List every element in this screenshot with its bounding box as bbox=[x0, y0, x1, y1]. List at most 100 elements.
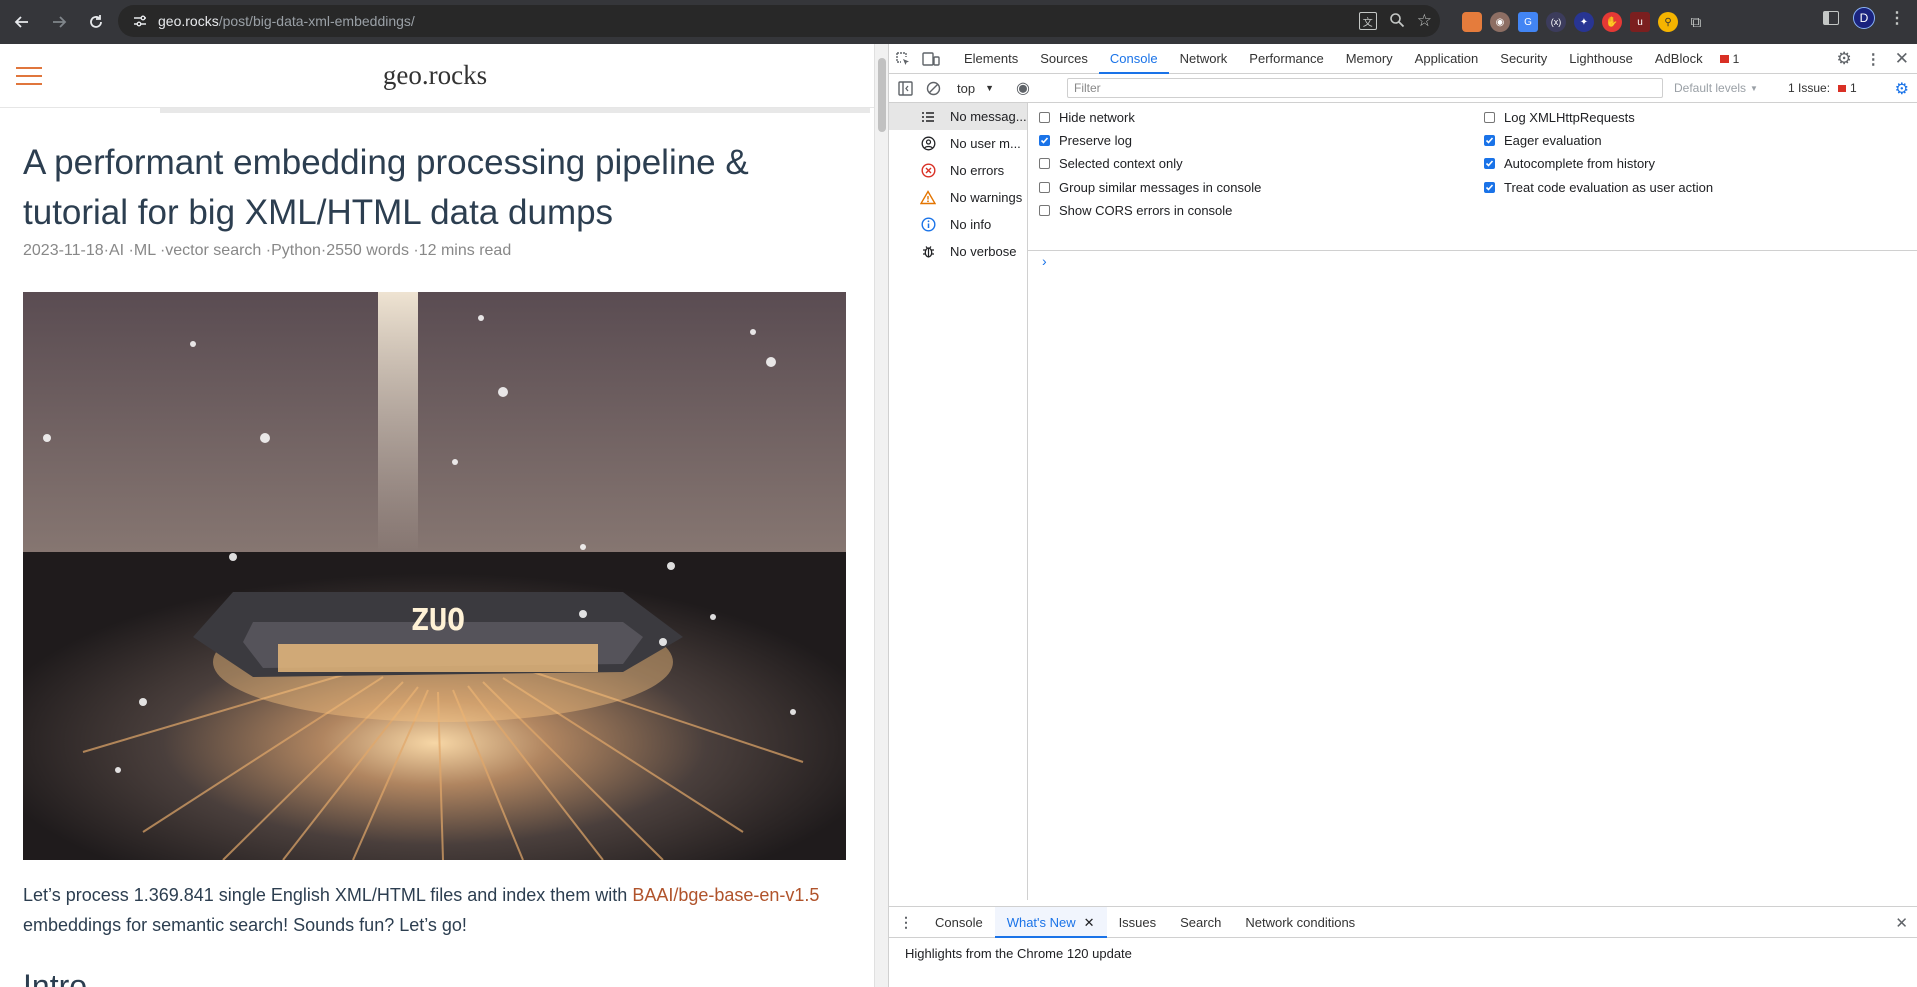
extension-adblock-icon[interactable]: ✋ bbox=[1602, 12, 1622, 32]
profile-avatar[interactable]: D bbox=[1853, 7, 1875, 29]
checkbox[interactable] bbox=[1484, 182, 1495, 193]
issues-counter[interactable]: 1 Issue: 1 bbox=[1788, 81, 1857, 95]
live-expression-eye-icon[interactable]: ◉ bbox=[1016, 78, 1030, 98]
setting-preserve-log[interactable]: Preserve log bbox=[1039, 133, 1132, 148]
tab-memory[interactable]: Memory bbox=[1335, 44, 1404, 74]
drawer-tab-label: Console bbox=[935, 914, 983, 930]
drawer-tab-label: What's New bbox=[1006, 914, 1076, 930]
extension-translate-icon[interactable]: G bbox=[1518, 12, 1538, 32]
error-badge-icon bbox=[1719, 54, 1729, 63]
setting-autocomplete-from-history[interactable]: Autocomplete from history bbox=[1484, 156, 1655, 171]
sidebar-item-error[interactable]: No errors bbox=[889, 157, 1027, 184]
drawer-tab-label: Search bbox=[1180, 914, 1222, 930]
tab-sources[interactable]: Sources bbox=[1029, 44, 1099, 74]
drawer-tab-label: Issues bbox=[1118, 914, 1157, 930]
side-panel-icon[interactable] bbox=[1823, 11, 1839, 25]
tab-console[interactable]: Console bbox=[1098, 44, 1169, 74]
setting-group-similar-messages-in-console[interactable]: Group similar messages in console bbox=[1039, 180, 1261, 195]
tab-lighthouse[interactable]: Lighthouse bbox=[1558, 44, 1644, 74]
drawer-tab-search[interactable]: Search bbox=[1168, 907, 1233, 938]
page-scrollbar[interactable] bbox=[874, 44, 888, 987]
web-page: geo.rocks A performant embedding process… bbox=[0, 44, 874, 987]
setting-eager-evaluation[interactable]: Eager evaluation bbox=[1484, 133, 1602, 148]
tab-performance[interactable]: Performance bbox=[1238, 44, 1334, 74]
reload-icon[interactable] bbox=[81, 7, 111, 37]
site-header: geo.rocks bbox=[0, 44, 874, 108]
devtools-settings-icon[interactable]: ⚙ bbox=[1837, 49, 1852, 69]
devtools-tab-bar: Elements Sources Console Network Performance… bbox=[889, 44, 1917, 74]
extension-code-icon[interactable]: (x) bbox=[1546, 12, 1566, 32]
site-title[interactable]: geo.rocks bbox=[0, 60, 870, 91]
bookmark-star-icon[interactable]: ☆ bbox=[1417, 11, 1432, 31]
checkbox[interactable] bbox=[1039, 182, 1050, 193]
forward-icon[interactable] bbox=[44, 7, 74, 37]
hero-image: ZUO bbox=[23, 292, 846, 860]
site-settings-icon[interactable] bbox=[132, 13, 148, 29]
checkbox[interactable] bbox=[1039, 158, 1050, 169]
tab-elements[interactable]: Elements bbox=[953, 44, 1029, 74]
sidebar-item-list[interactable]: No messag... bbox=[889, 103, 1027, 130]
log-levels-value: Default levels bbox=[1674, 81, 1747, 95]
sidebar-item-bug[interactable]: No verbose bbox=[889, 238, 1027, 265]
checkbox[interactable] bbox=[1484, 112, 1495, 123]
error-icon bbox=[920, 163, 936, 179]
context-selector[interactable]: top ▼ bbox=[957, 81, 994, 96]
extension-ublock-icon[interactable]: u bbox=[1630, 12, 1650, 32]
extension-fish-icon[interactable] bbox=[1462, 12, 1482, 32]
log-levels-dropdown[interactable]: Default levels ▼ bbox=[1674, 81, 1758, 95]
browser-menu-icon[interactable]: ⋮ bbox=[1889, 8, 1905, 28]
page-scroll-thumb[interactable] bbox=[878, 58, 886, 132]
devtools-more-icon[interactable]: ⋮ bbox=[1866, 50, 1881, 68]
checkbox[interactable] bbox=[1484, 135, 1495, 146]
clear-console-icon[interactable] bbox=[919, 73, 947, 103]
address-bar[interactable]: geo.rocks/post/big-data-xml-embeddings/ … bbox=[118, 5, 1440, 37]
checkbox[interactable] bbox=[1484, 158, 1495, 169]
drawer-tab-what-s-new[interactable]: What's New ✕ bbox=[994, 906, 1107, 938]
tab-network[interactable]: Network bbox=[1169, 44, 1239, 74]
setting-log-xmlhttprequests[interactable]: Log XMLHttpRequests bbox=[1484, 110, 1635, 125]
post-title: A performant embedding processing pipeli… bbox=[23, 143, 749, 232]
tab-security[interactable]: Security bbox=[1489, 44, 1558, 74]
drawer-close-icon[interactable]: ✕ bbox=[1895, 914, 1908, 932]
devtools-close-icon[interactable]: ✕ bbox=[1895, 49, 1909, 69]
sidebar-item-label: No messag... bbox=[950, 109, 1027, 124]
sidebar-item-warning[interactable]: No warnings bbox=[889, 184, 1027, 211]
sidebar-item-user[interactable]: No user m... bbox=[889, 130, 1027, 157]
extensions-puzzle-icon[interactable]: ⧉ bbox=[1686, 12, 1706, 32]
extension-owl-icon[interactable]: ◉ bbox=[1490, 12, 1510, 32]
drawer-tab-network-conditions[interactable]: Network conditions bbox=[1233, 907, 1367, 938]
user-icon bbox=[920, 136, 936, 152]
extension-star-icon[interactable]: ✦ bbox=[1574, 12, 1594, 32]
drawer-tab-console[interactable]: Console bbox=[923, 907, 995, 938]
drawer-tab-issues[interactable]: Issues bbox=[1107, 907, 1169, 938]
model-link[interactable]: BAAI/bge-base-en-v1.5 bbox=[632, 885, 819, 905]
setting-show-cors-errors-in-console[interactable]: Show CORS errors in console bbox=[1039, 203, 1232, 218]
extensions-row: ◉ G (x) ✦ ✋ u ⚲ ⧉ bbox=[1462, 7, 1706, 37]
extension-search-icon[interactable]: ⚲ bbox=[1658, 12, 1678, 32]
setting-treat-code-evaluation-as-user-action[interactable]: Treat code evaluation as user action bbox=[1484, 180, 1713, 195]
console-prompt-icon[interactable]: › bbox=[1042, 253, 1047, 269]
setting-label: Treat code evaluation as user action bbox=[1504, 180, 1714, 195]
sidebar-item-label: No user m... bbox=[950, 136, 1021, 151]
zoom-icon[interactable] bbox=[1389, 12, 1405, 31]
back-icon[interactable] bbox=[7, 7, 37, 37]
error-badge[interactable]: 1 bbox=[1719, 52, 1739, 66]
show-sidebar-icon[interactable] bbox=[891, 73, 919, 103]
tab-application[interactable]: Application bbox=[1404, 44, 1490, 74]
dropdown-arrow-icon: ▼ bbox=[1750, 83, 1758, 93]
translate-icon[interactable]: 文 bbox=[1358, 12, 1377, 30]
setting-hide-network[interactable]: Hide network bbox=[1039, 110, 1135, 125]
drawer-tab-label: Network conditions bbox=[1245, 914, 1356, 930]
console-settings-gear-icon[interactable]: ⚙ bbox=[1895, 79, 1909, 99]
sidebar-item-info[interactable]: No info bbox=[889, 211, 1027, 238]
checkbox[interactable] bbox=[1039, 135, 1050, 146]
tab-adblock[interactable]: AdBlock bbox=[1644, 44, 1714, 74]
drawer-more-icon[interactable]: ⋮ bbox=[889, 914, 923, 931]
checkbox[interactable] bbox=[1039, 112, 1050, 123]
checkbox[interactable] bbox=[1039, 205, 1050, 216]
close-tab-icon[interactable]: ✕ bbox=[1084, 907, 1095, 938]
device-toolbar-icon[interactable] bbox=[917, 44, 945, 74]
setting-selected-context-only[interactable]: Selected context only bbox=[1039, 156, 1183, 171]
inspect-element-icon[interactable] bbox=[889, 44, 917, 74]
filter-input[interactable]: Filter bbox=[1067, 78, 1663, 98]
